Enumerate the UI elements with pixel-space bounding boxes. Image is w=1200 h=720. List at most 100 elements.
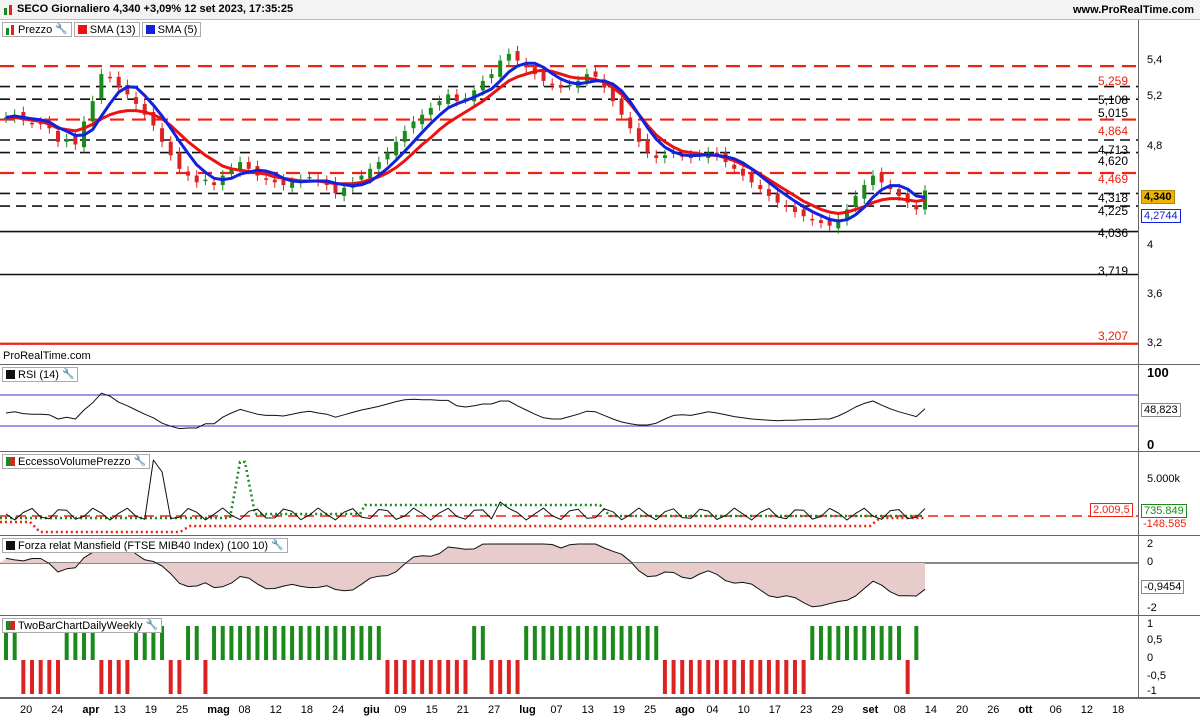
candle-body [515,51,520,61]
candle-body [775,193,780,203]
twobar-bar [21,660,26,694]
price-panel[interactable]: Prezzo 🔧 SMA (13) SMA (5) ProRealTime.co… [0,20,1138,365]
twobar-bar [879,626,884,660]
legend-sma13[interactable]: SMA (13) [73,22,140,37]
legend-mansfield[interactable]: Forza relat Mansfield (FTSE MIB40 Index)… [2,538,288,553]
legend-rsi[interactable]: RSI (14) 🔧 [2,367,79,382]
mansfield-panel[interactable]: Forza relat Mansfield (FTSE MIB40 Index)… [0,536,1138,616]
color-swatch-blue [145,25,155,34]
twobar-bar [853,626,858,660]
twobar-bar [168,660,173,694]
twobar-bar [810,626,815,660]
twobar-bar [671,660,676,694]
wrench-icon[interactable]: 🔧 [134,456,146,467]
twobar-bar [298,626,303,660]
x-tick-label: 17 [768,704,782,716]
candle-body [480,80,485,91]
twobar-bar [402,660,407,694]
candle-body [818,220,823,223]
title-bar: SECO Giornaliero 4,340 +3,09% 12 set 202… [0,0,1200,20]
twobar-bar [359,626,364,660]
wrench-icon[interactable]: 🔧 [55,24,67,35]
twobar-bar [177,660,182,694]
x-tick-label: apr [82,704,100,716]
rsi-chart[interactable] [0,365,1138,452]
candle-body [194,175,199,183]
twobar-bar [108,660,113,694]
candle-body [870,175,875,186]
twobar-panel[interactable]: TwoBarChartDailyWeekly 🔧 [0,616,1138,698]
legend-twobar[interactable]: TwoBarChartDailyWeekly 🔧 [2,618,162,633]
twobar-axis[interactable]: 1 0,5 0 -0,5 -1 [1138,616,1200,698]
twobar-bar [896,626,901,660]
x-tick-label: 12 [1080,704,1094,716]
rsi-line [5,392,926,430]
twobar-bar [602,626,607,660]
twobar-bar [238,626,243,660]
twobar-bar [272,626,277,660]
candle-body [896,189,901,196]
axis-tick: 5,4 [1147,54,1163,66]
x-tick-label: 18 [1112,704,1125,716]
color-swatch-red [77,25,87,34]
level-label: 4,469 [1098,172,1129,186]
wrench-icon[interactable]: 🔧 [271,540,283,551]
x-tick-label: 24 [51,704,64,716]
volume-legend: EccessoVolumePrezzo 🔧 [2,454,150,469]
candle-body [567,84,572,87]
mansfield-area [0,544,925,607]
twobar-bar [827,626,832,660]
twobar-bar [125,660,130,694]
wrench-icon[interactable]: 🔧 [146,620,158,631]
candle-body [879,172,884,183]
twobar-bar [515,660,520,694]
axis-tick: -0,5 [1147,670,1166,682]
axis-tick: 0 [1147,437,1155,452]
rsi-legend: RSI (14) 🔧 [2,367,79,382]
candle-body [428,107,433,115]
volume-green-line [0,460,925,520]
candle-body [134,97,139,104]
x-tick-label: 08 [238,704,251,716]
brand-link[interactable]: www.ProRealTime.com [1073,4,1194,16]
legend-prezzo[interactable]: Prezzo 🔧 [2,22,72,37]
candle-body [203,179,208,182]
twobar-bar [290,626,295,660]
twobar-bar [662,660,667,694]
level-label: 5,015 [1098,106,1129,120]
candle-body [281,179,286,186]
candle-body [108,76,113,79]
level-label: 3,719 [1098,264,1129,278]
wrench-icon[interactable]: 🔧 [62,369,74,380]
level-label: 4,620 [1098,154,1129,168]
candle-body [368,168,373,179]
x-tick-label: 06 [1049,704,1062,716]
x-tick-label: 23 [800,704,813,716]
axis-tick: 4,8 [1147,140,1163,152]
volume-chart[interactable] [0,452,1138,536]
rsi-panel[interactable]: RSI (14) 🔧 [0,365,1138,452]
x-tick-label: 20 [956,704,969,716]
legend-volume[interactable]: EccessoVolumePrezzo 🔧 [2,454,150,469]
time-axis[interactable]: 20 24 apr 13 19 25 mag 08 12 18 24 giu 09 15 21 27 lug 07… [0,698,1200,720]
twobar-bar [524,626,529,660]
legend-sma5[interactable]: SMA (5) [141,22,202,37]
candle-body [810,218,815,221]
price-chart[interactable] [0,20,1138,365]
candle-body [359,175,364,180]
watermark: ProRealTime.com [3,350,91,362]
mansfield-axis[interactable]: 2 0 -2 [1138,536,1200,616]
candle-body [246,162,251,169]
volume-panel[interactable]: EccessoVolumePrezzo 🔧 [0,452,1138,536]
x-tick-label: lug [519,704,536,716]
candle-body [593,71,598,77]
twobar-bar [680,660,685,694]
twobar-chart[interactable] [0,616,1138,698]
twobar-bar [307,626,312,660]
axis-tick: 0,5 [1147,634,1163,646]
rsi-value-tag: 48,823 [1141,403,1181,417]
candle-body [420,114,425,125]
twobar-bar [333,626,338,660]
chart-title: SECO Giornaliero 4,340 +3,09% 12 set 202… [17,3,294,15]
candle-body [654,155,659,158]
